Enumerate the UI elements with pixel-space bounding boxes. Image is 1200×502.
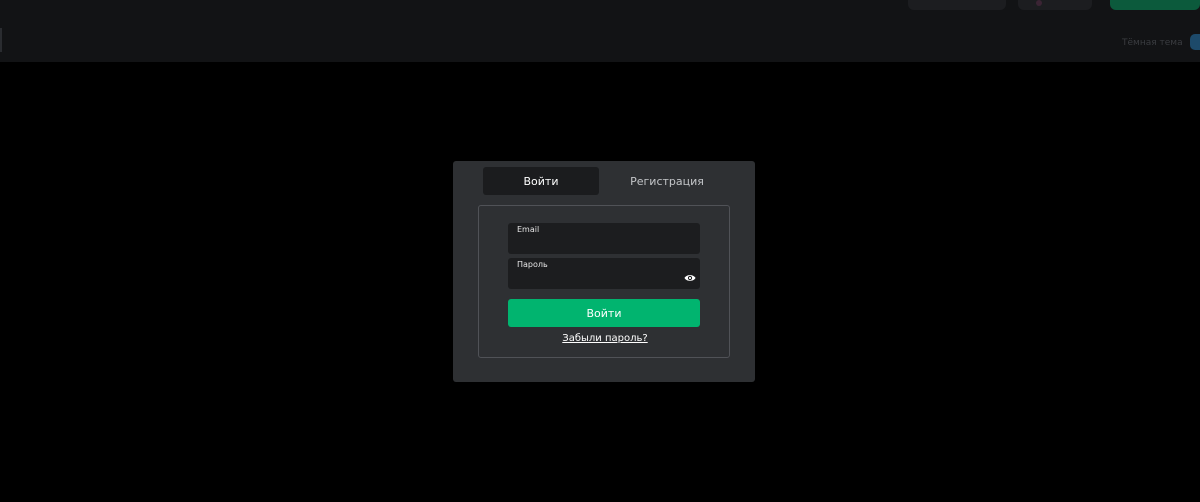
header-divider — [0, 28, 2, 52]
password-label: Пароль — [517, 260, 548, 269]
forgot-password-link[interactable]: Забыли пароль? — [479, 333, 731, 344]
tab-login[interactable]: Войти — [483, 167, 599, 195]
login-button[interactable]: Войти — [508, 299, 700, 327]
tab-register[interactable]: Регистрация — [609, 167, 725, 195]
header-control — [908, 0, 1006, 10]
header-control — [1018, 0, 1092, 10]
header-cta-button — [1110, 0, 1200, 10]
login-form: Email Пароль Войти Забыли пароль? — [478, 205, 730, 358]
email-field[interactable]: Email — [508, 223, 700, 254]
eye-icon[interactable] — [684, 268, 696, 281]
email-label: Email — [517, 225, 540, 234]
flag-icon — [1036, 0, 1042, 6]
auth-tabs: Войти Регистрация — [483, 167, 725, 195]
password-field[interactable]: Пароль — [508, 258, 700, 289]
theme-toggle-label: Тёмная тема — [1122, 38, 1183, 48]
password-input[interactable] — [516, 271, 686, 287]
login-modal: Войти Регистрация Email Пароль Войти Заб… — [453, 161, 755, 382]
site-header-backdrop: Тёмная тема — [0, 0, 1200, 62]
theme-toggle — [1190, 34, 1200, 50]
email-input[interactable] — [516, 236, 686, 252]
